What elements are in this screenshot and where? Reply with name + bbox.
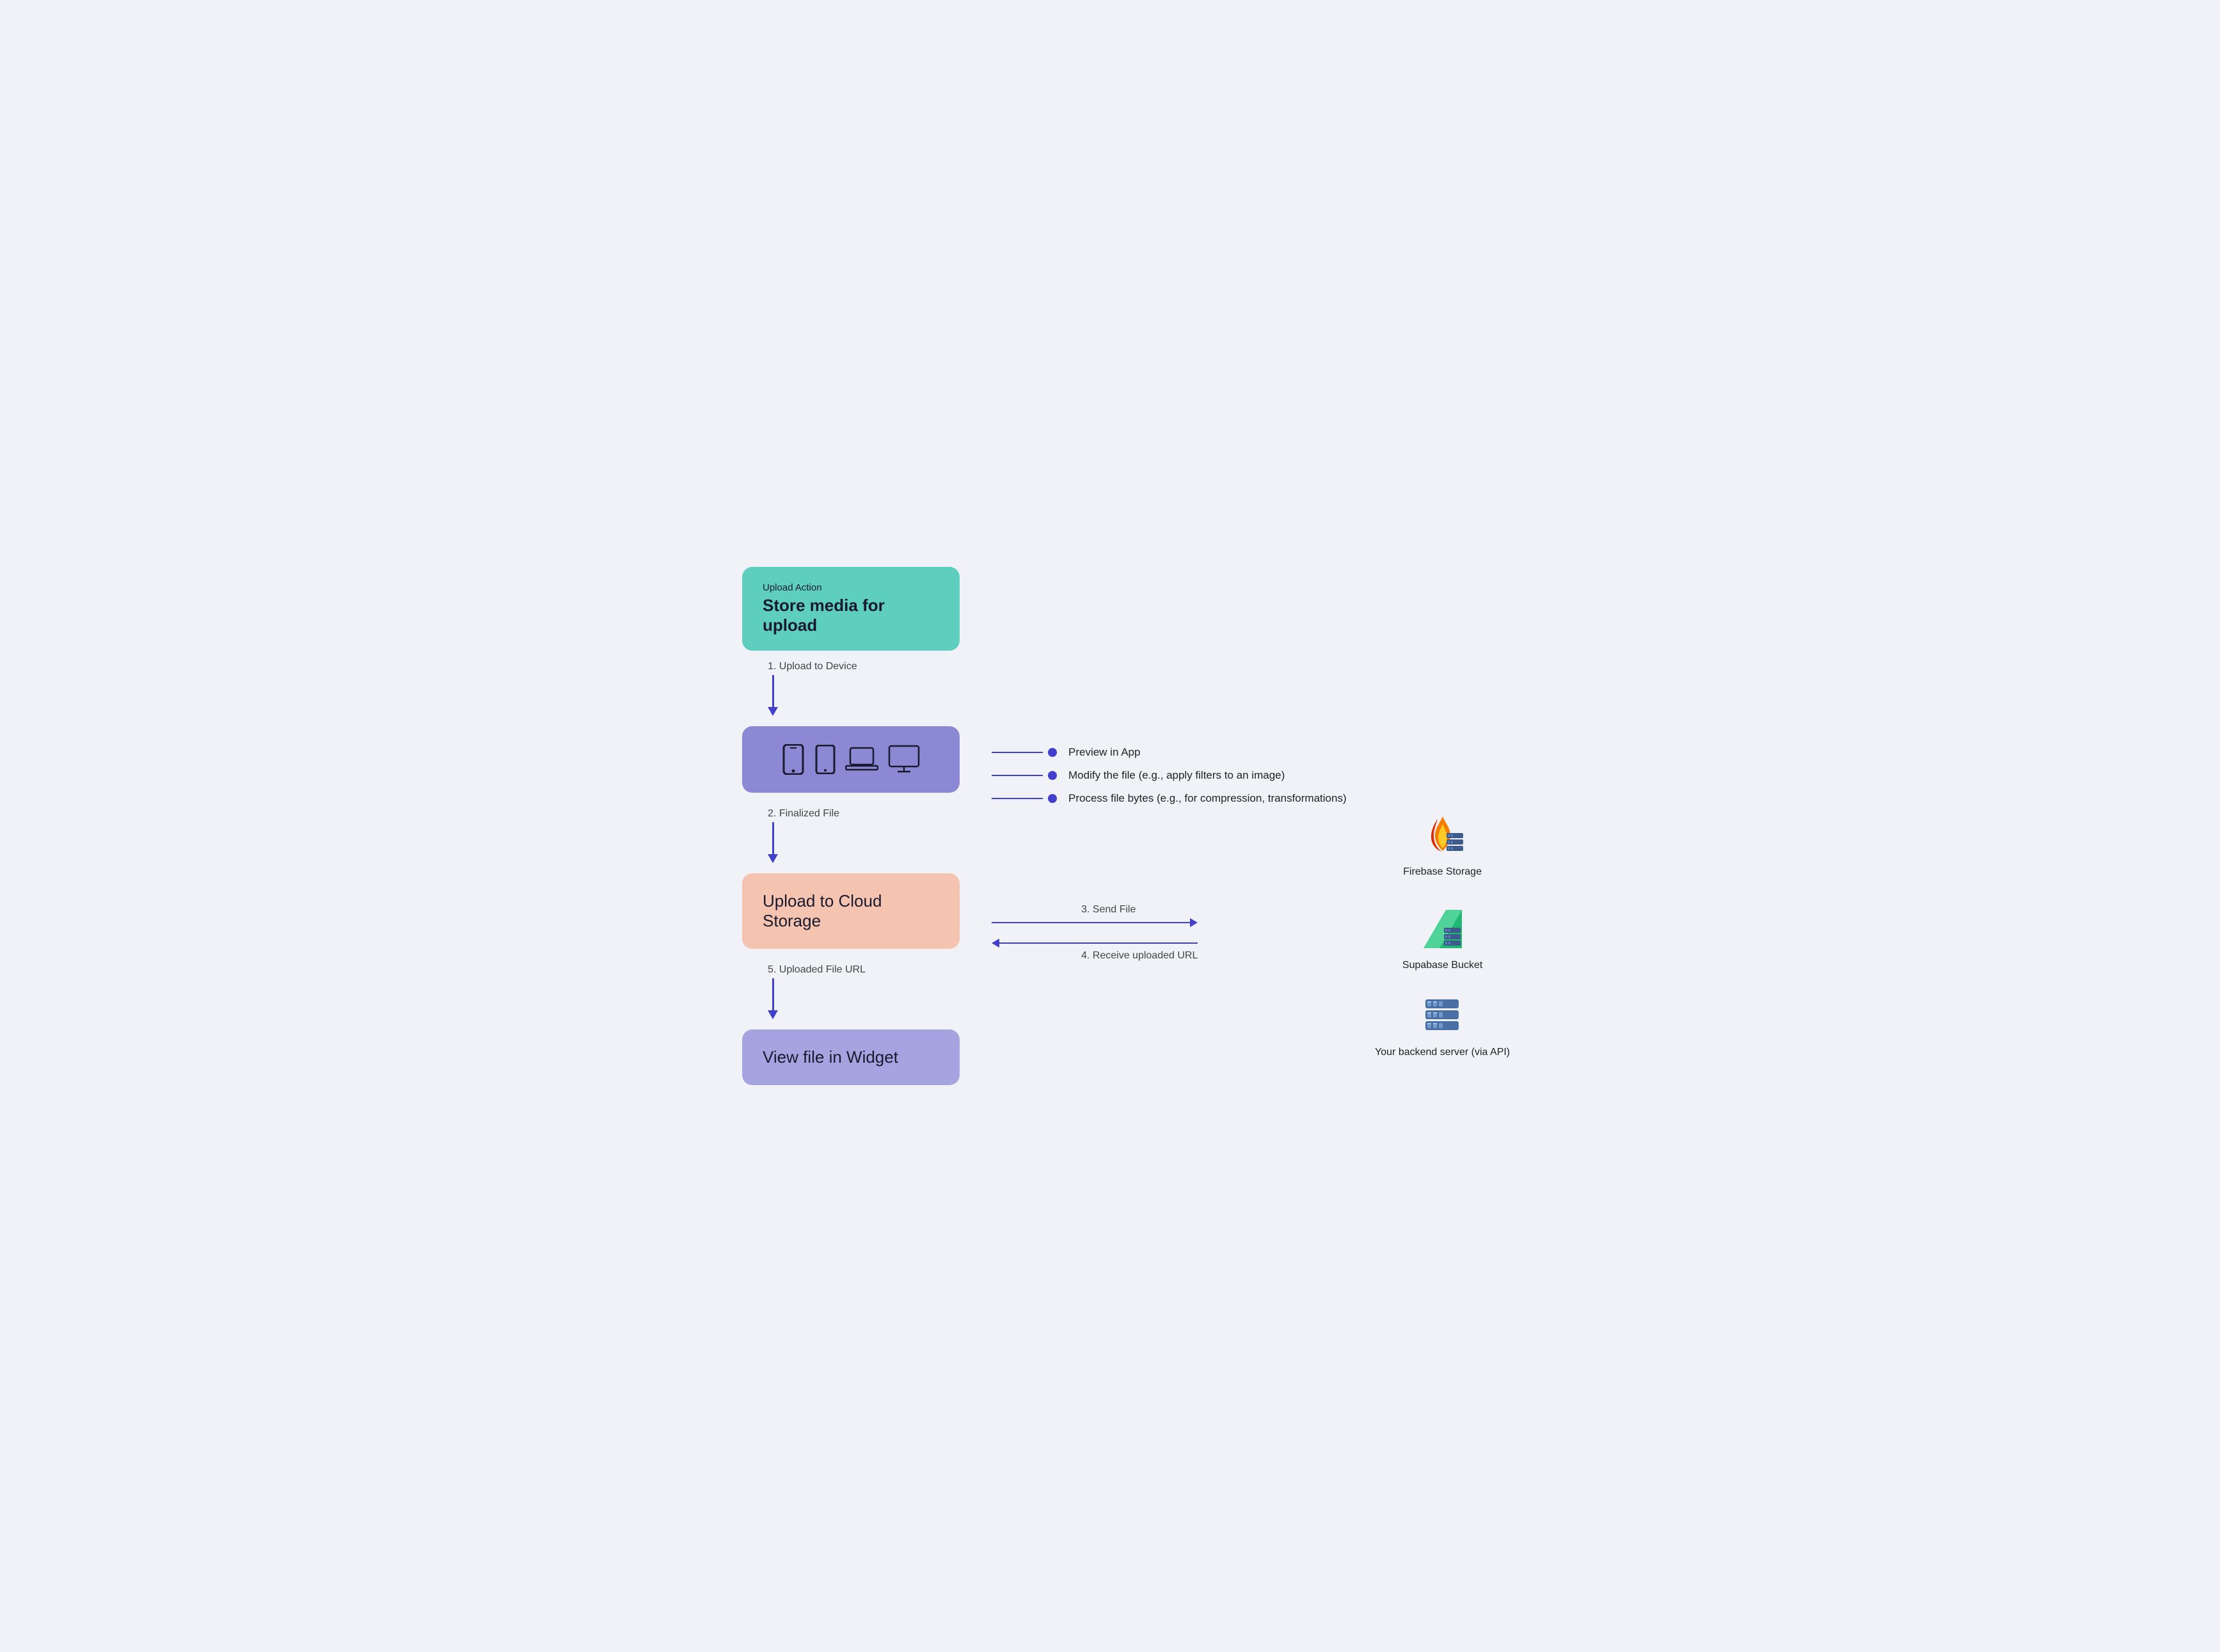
supabase-icon <box>1417 903 1468 955</box>
laptop-icon <box>845 747 878 772</box>
feature-label-0: Preview in App <box>1068 746 1140 759</box>
step4-label: 4. Receive uploaded URL <box>992 950 1198 962</box>
monitor-icon <box>887 745 921 774</box>
arrow-step5-container: 5. Uploaded File URL <box>742 959 866 1019</box>
step3-label: 3. Send File <box>992 904 1136 916</box>
feature-item-0: Preview in App <box>992 746 1347 759</box>
cloud-storage-title: Upload to Cloud Storage <box>763 891 939 931</box>
left-column: Upload Action Store media for upload 1. … <box>742 567 985 1085</box>
middle-column: Preview in App Modify the file (e.g., ap… <box>985 567 1347 962</box>
feature-item-2: Process file bytes (e.g., for compressio… <box>992 792 1347 805</box>
diagram-container: Upload Action Store media for upload 1. … <box>742 567 1478 1085</box>
upload-action-box: Upload Action Store media for upload <box>742 567 960 651</box>
feature-label-2: Process file bytes (e.g., for compressio… <box>1068 792 1347 805</box>
step2-label: 2. Finalized File <box>768 808 839 820</box>
feature-item-1: Modify the file (e.g., apply filters to … <box>992 769 1347 782</box>
server-icon <box>1420 997 1465 1042</box>
step5-label: 5. Uploaded File URL <box>768 964 866 976</box>
send-file-arrow-row: 3. Send File <box>992 904 1198 927</box>
arrow-down-2 <box>768 822 778 863</box>
arrow-down-5 <box>768 978 778 1019</box>
tablet-icon <box>814 745 836 774</box>
features-section: Preview in App Modify the file (e.g., ap… <box>985 746 1347 805</box>
firebase-icon <box>1417 810 1468 861</box>
phone-icon <box>781 744 805 775</box>
right-column: Firebase Storage <box>1347 567 1539 1058</box>
upload-action-title: Store media for upload <box>763 596 939 635</box>
firebase-label: Firebase Storage <box>1403 866 1482 878</box>
step1-label: 1. Upload to Device <box>768 661 857 672</box>
backend-label: Your backend server (via API) <box>1375 1047 1510 1058</box>
backend-service: Your backend server (via API) <box>1375 997 1510 1058</box>
devices-box <box>742 726 960 793</box>
arrow-step1-container: 1. Upload to Device <box>742 656 857 716</box>
upload-action-subtitle: Upload Action <box>763 582 939 593</box>
horizontal-arrows-section: 3. Send File 4. Receive uploaded URL <box>985 904 1198 962</box>
arrow-step2-container: 2. Finalized File <box>742 803 839 863</box>
feature-label-1: Modify the file (e.g., apply filters to … <box>1068 769 1285 782</box>
supabase-label: Supabase Bucket <box>1402 960 1482 971</box>
devices-row <box>781 744 921 775</box>
receive-url-arrow-row: 4. Receive uploaded URL <box>992 939 1198 962</box>
view-widget-title: View file in Widget <box>763 1047 939 1067</box>
cloud-storage-box: Upload to Cloud Storage <box>742 873 960 949</box>
firebase-service: Firebase Storage <box>1403 810 1482 878</box>
arrow-down-1 <box>768 675 778 716</box>
supabase-service: Supabase Bucket <box>1402 903 1482 971</box>
view-widget-box: View file in Widget <box>742 1029 960 1085</box>
